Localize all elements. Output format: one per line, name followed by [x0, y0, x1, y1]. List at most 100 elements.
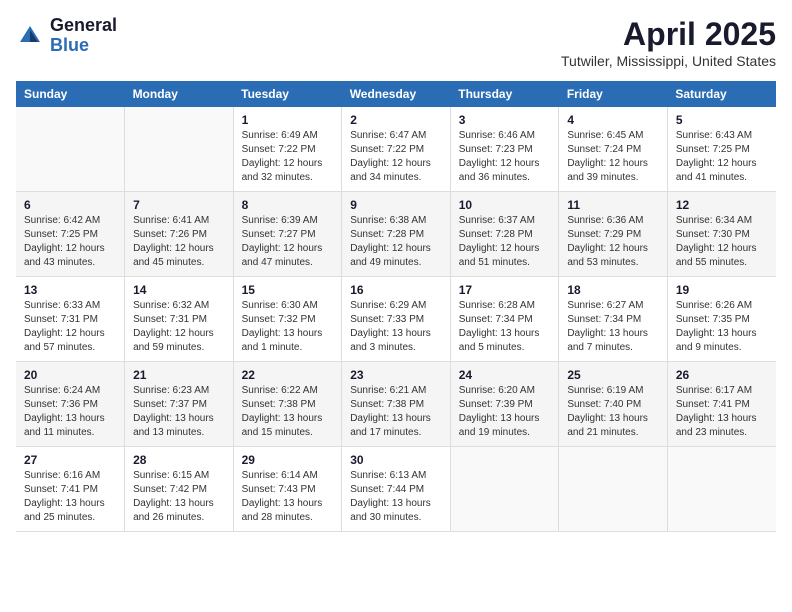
day-info: Sunrise: 6:20 AM Sunset: 7:39 PM Dayligh… [459, 384, 551, 440]
calendar-cell: 3 Sunrise: 6:46 AM Sunset: 7:23 PM Daylig… [450, 107, 559, 192]
day-info: Sunrise: 6:15 AM Sunset: 7:42 PM Dayligh… [133, 469, 225, 525]
calendar-body: 1 Sunrise: 6:49 AM Sunset: 7:22 PM Daylig… [16, 107, 776, 532]
day-number: 29 [242, 453, 334, 467]
calendar-cell: 4 Sunrise: 6:45 AM Sunset: 7:24 PM Daylig… [559, 107, 668, 192]
calendar-table: Sunday Monday Tuesday Wednesday Thursday… [16, 81, 776, 532]
calendar-cell: 19 Sunrise: 6:26 AM Sunset: 7:35 PM Dayli… [667, 277, 776, 362]
calendar-week-row: 6Sunrise: 6:42 AM Sunset: 7:25 PM Daylig… [16, 192, 776, 277]
day-number: 23 [350, 368, 442, 382]
day-info: Sunrise: 6:14 AM Sunset: 7:43 PM Dayligh… [242, 469, 334, 525]
day-info: Sunrise: 6:34 AM Sunset: 7:30 PM Dayligh… [676, 214, 768, 270]
day-info: Sunrise: 6:46 AM Sunset: 7:23 PM Dayligh… [459, 129, 551, 185]
day-number: 14 [133, 283, 225, 297]
day-number: 30 [350, 453, 442, 467]
day-info: Sunrise: 6:29 AM Sunset: 7:33 PM Dayligh… [350, 299, 442, 355]
calendar-cell [125, 107, 234, 192]
day-info: Sunrise: 6:28 AM Sunset: 7:34 PM Dayligh… [459, 299, 551, 355]
logo: General Blue [16, 16, 117, 56]
calendar-cell: 24 Sunrise: 6:20 AM Sunset: 7:39 PM Dayli… [450, 362, 559, 447]
day-info: Sunrise: 6:16 AM Sunset: 7:41 PM Dayligh… [24, 469, 116, 525]
day-info: Sunrise: 6:26 AM Sunset: 7:35 PM Dayligh… [676, 299, 768, 355]
day-info: Sunrise: 6:13 AM Sunset: 7:44 PM Dayligh… [350, 469, 442, 525]
day-info: Sunrise: 6:19 AM Sunset: 7:40 PM Dayligh… [567, 384, 659, 440]
day-info: Sunrise: 6:47 AM Sunset: 7:22 PM Dayligh… [350, 129, 442, 185]
day-number: 3 [459, 113, 551, 127]
day-info: Sunrise: 6:45 AM Sunset: 7:24 PM Dayligh… [567, 129, 659, 185]
calendar-cell: 17 Sunrise: 6:28 AM Sunset: 7:34 PM Dayli… [450, 277, 559, 362]
calendar-cell: 13Sunrise: 6:33 AM Sunset: 7:31 PM Dayli… [16, 277, 125, 362]
calendar-week-row: 1 Sunrise: 6:49 AM Sunset: 7:22 PM Daylig… [16, 107, 776, 192]
logo-text: General Blue [50, 16, 117, 56]
calendar-cell [559, 447, 668, 532]
calendar-week-row: 27Sunrise: 6:16 AM Sunset: 7:41 PM Dayli… [16, 447, 776, 532]
day-info: Sunrise: 6:49 AM Sunset: 7:22 PM Dayligh… [242, 129, 334, 185]
calendar-cell: 29 Sunrise: 6:14 AM Sunset: 7:43 PM Dayli… [233, 447, 342, 532]
day-number: 4 [567, 113, 659, 127]
calendar-cell: 20 Sunrise: 6:24 AM Sunset: 7:36 PM Dayli… [16, 362, 125, 447]
day-info: Sunrise: 6:36 AM Sunset: 7:29 PM Dayligh… [567, 214, 659, 270]
calendar-cell: 26 Sunrise: 6:17 AM Sunset: 7:41 PM Dayli… [667, 362, 776, 447]
day-number: 10 [459, 198, 551, 212]
calendar-cell: 12 Sunrise: 6:34 AM Sunset: 7:30 PM Dayli… [667, 192, 776, 277]
calendar-cell: 21 Sunrise: 6:23 AM Sunset: 7:37 PM Dayli… [125, 362, 234, 447]
calendar-cell: 30 Sunrise: 6:13 AM Sunset: 7:44 PM Dayli… [342, 447, 451, 532]
logo-general: General [50, 16, 117, 36]
calendar-cell: 27Sunrise: 6:16 AM Sunset: 7:41 PM Dayli… [16, 447, 125, 532]
day-info: Sunrise: 6:42 AM Sunset: 7:25 PM Dayligh… [24, 214, 116, 270]
day-info: Sunrise: 6:32 AM Sunset: 7:31 PM Dayligh… [133, 299, 225, 355]
calendar-cell: 11 Sunrise: 6:36 AM Sunset: 7:29 PM Dayli… [559, 192, 668, 277]
col-friday: Friday [559, 81, 668, 107]
calendar-cell: 18 Sunrise: 6:27 AM Sunset: 7:34 PM Dayli… [559, 277, 668, 362]
col-saturday: Saturday [667, 81, 776, 107]
day-number: 26 [676, 368, 768, 382]
day-number: 15 [242, 283, 334, 297]
day-number: 28 [133, 453, 225, 467]
calendar-cell: 15 Sunrise: 6:30 AM Sunset: 7:32 PM Dayli… [233, 277, 342, 362]
day-info: Sunrise: 6:30 AM Sunset: 7:32 PM Dayligh… [242, 299, 334, 355]
day-number: 9 [350, 198, 442, 212]
day-info: Sunrise: 6:37 AM Sunset: 7:28 PM Dayligh… [459, 214, 551, 270]
day-number: 11 [567, 198, 659, 212]
col-thursday: Thursday [450, 81, 559, 107]
page-header: General Blue April 2025 Tutwiler, Missis… [16, 16, 776, 69]
day-info: Sunrise: 6:24 AM Sunset: 7:36 PM Dayligh… [24, 384, 116, 440]
day-number: 8 [242, 198, 334, 212]
day-number: 20 [24, 368, 116, 382]
calendar-cell: 2Sunrise: 6:47 AM Sunset: 7:22 PM Daylig… [342, 107, 451, 192]
calendar-cell [450, 447, 559, 532]
month-title: April 2025 [561, 16, 776, 53]
day-number: 5 [676, 113, 768, 127]
title-section: April 2025 Tutwiler, Mississippi, United… [561, 16, 776, 69]
day-info: Sunrise: 6:33 AM Sunset: 7:31 PM Dayligh… [24, 299, 116, 355]
col-tuesday: Tuesday [233, 81, 342, 107]
calendar-cell: 23Sunrise: 6:21 AM Sunset: 7:38 PM Dayli… [342, 362, 451, 447]
col-sunday: Sunday [16, 81, 125, 107]
day-number: 21 [133, 368, 225, 382]
calendar-cell: 5Sunrise: 6:43 AM Sunset: 7:25 PM Daylig… [667, 107, 776, 192]
day-number: 1 [242, 113, 334, 127]
calendar-cell [16, 107, 125, 192]
day-info: Sunrise: 6:41 AM Sunset: 7:26 PM Dayligh… [133, 214, 225, 270]
col-wednesday: Wednesday [342, 81, 451, 107]
calendar-week-row: 13Sunrise: 6:33 AM Sunset: 7:31 PM Dayli… [16, 277, 776, 362]
location-title: Tutwiler, Mississippi, United States [561, 53, 776, 69]
day-info: Sunrise: 6:27 AM Sunset: 7:34 PM Dayligh… [567, 299, 659, 355]
day-number: 7 [133, 198, 225, 212]
day-info: Sunrise: 6:23 AM Sunset: 7:37 PM Dayligh… [133, 384, 225, 440]
day-info: Sunrise: 6:38 AM Sunset: 7:28 PM Dayligh… [350, 214, 442, 270]
header-row: Sunday Monday Tuesday Wednesday Thursday… [16, 81, 776, 107]
day-number: 12 [676, 198, 768, 212]
calendar-cell: 1 Sunrise: 6:49 AM Sunset: 7:22 PM Daylig… [233, 107, 342, 192]
day-number: 16 [350, 283, 442, 297]
calendar-cell: 16 Sunrise: 6:29 AM Sunset: 7:33 PM Dayli… [342, 277, 451, 362]
day-info: Sunrise: 6:17 AM Sunset: 7:41 PM Dayligh… [676, 384, 768, 440]
day-number: 24 [459, 368, 551, 382]
day-number: 19 [676, 283, 768, 297]
day-number: 17 [459, 283, 551, 297]
day-number: 22 [242, 368, 334, 382]
calendar-cell: 8Sunrise: 6:39 AM Sunset: 7:27 PM Daylig… [233, 192, 342, 277]
day-info: Sunrise: 6:22 AM Sunset: 7:38 PM Dayligh… [242, 384, 334, 440]
logo-blue: Blue [50, 36, 117, 56]
day-number: 18 [567, 283, 659, 297]
calendar-cell: 28 Sunrise: 6:15 AM Sunset: 7:42 PM Dayli… [125, 447, 234, 532]
